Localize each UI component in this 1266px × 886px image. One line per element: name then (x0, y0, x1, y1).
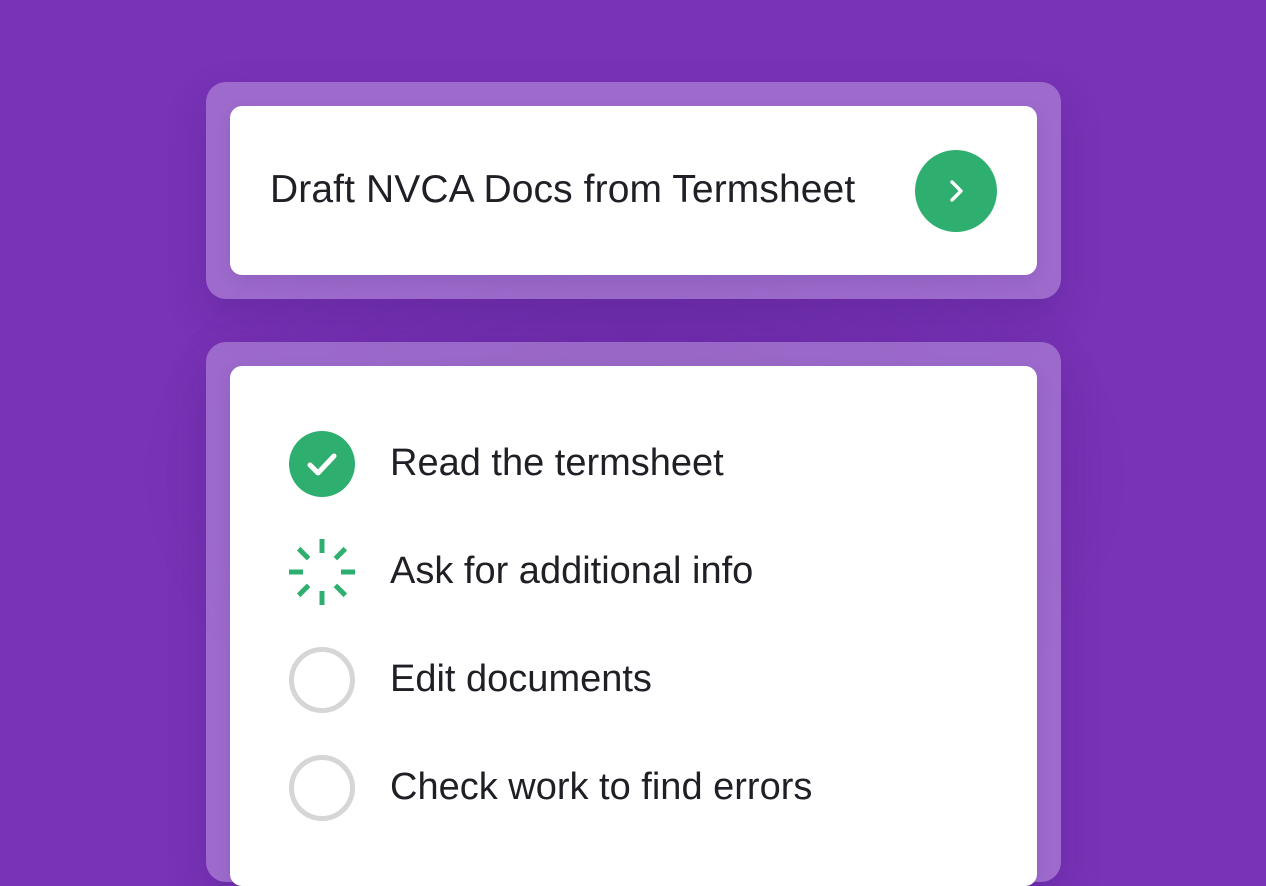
list-item: Read the termsheet (288, 430, 1017, 538)
chevron-right-icon (950, 180, 963, 202)
empty-circle-icon (289, 755, 355, 821)
list-item: Check work to find errors (288, 754, 1017, 862)
step-label: Check work to find errors (390, 766, 813, 808)
step-label: Read the termsheet (390, 442, 724, 484)
loading-spinner-icon (289, 539, 355, 605)
steps-list: Read the termsheet Ask for additional in… (288, 430, 1017, 862)
list-item: Edit documents (288, 646, 1017, 754)
list-item: Ask for additional info (288, 538, 1017, 646)
run-task-button[interactable] (915, 150, 997, 232)
step-label: Ask for additional info (390, 550, 754, 592)
check-circle-icon (289, 431, 355, 497)
task-card-frame: Draft NVCA Docs from Termsheet (206, 82, 1061, 299)
task-card[interactable]: Draft NVCA Docs from Termsheet (230, 106, 1037, 275)
steps-card-frame: Read the termsheet Ask for additional in… (206, 342, 1061, 886)
empty-circle-icon (289, 647, 355, 713)
task-title: Draft NVCA Docs from Termsheet (270, 168, 856, 211)
step-label: Edit documents (390, 658, 652, 700)
steps-card: Read the termsheet Ask for additional in… (230, 366, 1037, 886)
